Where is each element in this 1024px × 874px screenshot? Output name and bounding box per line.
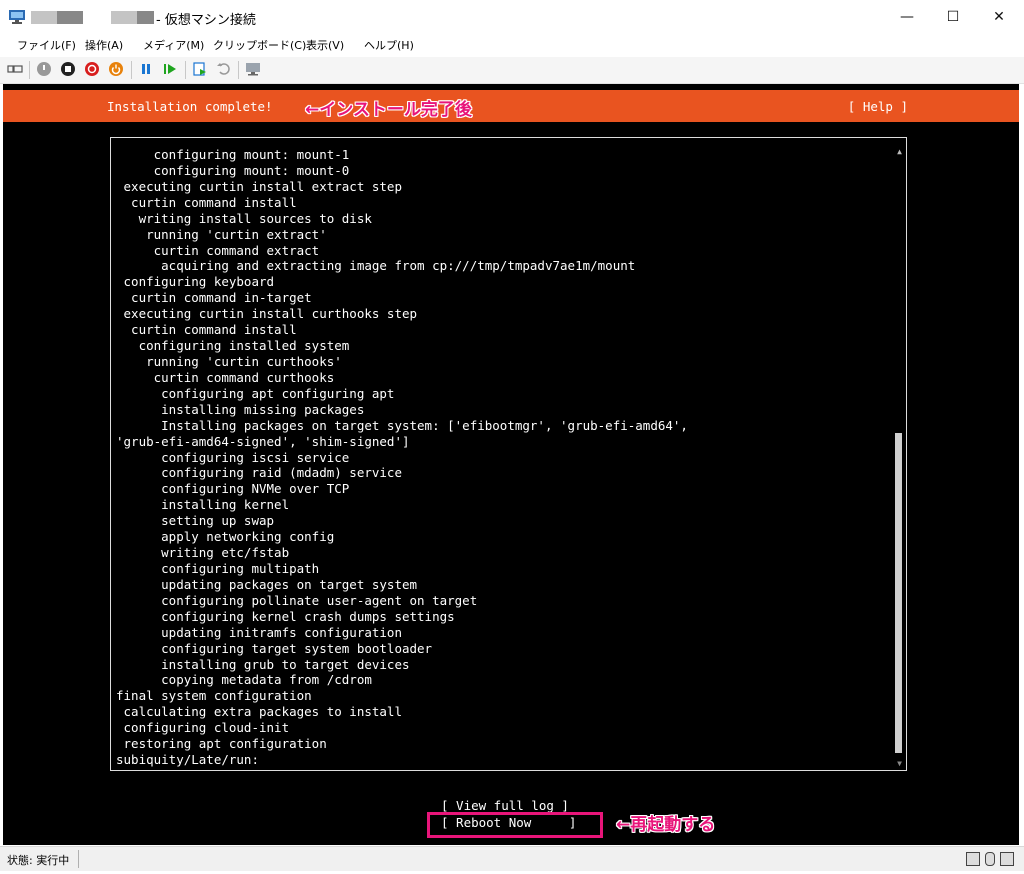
toolbar-separator — [185, 61, 186, 79]
log-line: copying metadata from /cdrom — [116, 672, 372, 688]
log-line: 'grub-efi-amd64-signed', 'shim-signed'] — [116, 433, 410, 449]
redacted-vm-name — [137, 11, 154, 24]
maximize-icon: ☐ — [946, 9, 960, 25]
minimize-icon: — — [900, 9, 914, 25]
close-button[interactable]: ✕ — [976, 0, 1022, 34]
log-line: curtin command curthooks — [116, 369, 335, 385]
toolbar-separator — [29, 61, 30, 79]
log-line: configuring raid (mdadm) service — [116, 465, 402, 481]
view-full-log-button[interactable]: [ View full log ] — [441, 798, 569, 813]
toolbar — [0, 57, 1024, 84]
log-line: configuring iscsi service — [116, 449, 350, 465]
pause-icon[interactable] — [138, 61, 154, 77]
start-icon[interactable] — [36, 61, 52, 77]
window-title: - 仮想マシン接続 — [156, 13, 256, 28]
mouse-icon — [985, 852, 995, 866]
menu-view[interactable]: 表示(V) — [306, 37, 344, 53]
log-line: curtin command install — [116, 194, 297, 210]
log-line: installing missing packages — [116, 401, 365, 417]
log-line: configuring target system bootloader — [116, 640, 433, 656]
menu-help[interactable]: ヘルプ(H) — [364, 37, 414, 53]
redacted-vm-name — [111, 11, 137, 24]
log-line: configuring multipath — [116, 560, 320, 576]
install-log: configuring mount: mount-1 configuring m… — [116, 147, 688, 768]
log-line: configuring installed system — [116, 338, 350, 354]
vm-screen[interactable]: Installation complete! [ Help ] ←インストール完… — [3, 84, 1019, 845]
log-line: configuring apt configuring apt — [116, 385, 395, 401]
log-line: Installing packages on target system: ['… — [116, 417, 688, 433]
log-line: updating packages on target system — [116, 576, 418, 592]
redacted-host-name — [57, 11, 83, 24]
log-line: updating initramfs configuration — [116, 624, 402, 640]
log-line: configuring NVMe over TCP — [116, 481, 350, 497]
redacted-host-name — [31, 11, 57, 24]
lock-icon — [1000, 852, 1014, 866]
log-line: configuring pollinate user-agent on targ… — [116, 592, 478, 608]
log-line: calculating extra packages to install — [116, 704, 402, 720]
annotation-reboot: ←再起動する — [616, 815, 716, 835]
scrollbar-thumb[interactable] — [895, 433, 902, 753]
menu-bar: ファイル(F) 操作(A) メディア(M) クリップボード(C) 表示(V) ヘ… — [0, 34, 1024, 56]
vm-connection-icon — [9, 10, 25, 24]
log-line: writing install sources to disk — [116, 210, 372, 226]
log-line: installing grub to target devices — [116, 656, 410, 672]
log-line: curtin command in-target — [116, 290, 312, 306]
toolbar-separator — [238, 61, 239, 79]
help-button[interactable]: [ Help ] — [848, 99, 908, 114]
log-line: final system configuration — [116, 688, 312, 704]
log-line: configuring keyboard — [116, 274, 275, 290]
installer-title: Installation complete! — [107, 99, 273, 114]
turn-off-icon[interactable] — [60, 61, 76, 77]
shut-down-icon[interactable] — [84, 61, 100, 77]
scroll-down-arrow-icon[interactable]: ▼ — [897, 759, 902, 768]
log-line: acquiring and extracting image from cp:/… — [116, 258, 636, 274]
title-bar: - 仮想マシン接続 — ☐ ✕ — [0, 0, 1024, 34]
installer-header: Installation complete! [ Help ] — [3, 90, 1019, 122]
log-line: executing curtin install curthooks step — [116, 306, 418, 322]
power-icon[interactable] — [108, 61, 124, 77]
install-log-panel: configuring mount: mount-1 configuring m… — [110, 137, 907, 771]
menu-clipboard[interactable]: クリップボード(C) — [213, 37, 306, 53]
toolbar-separator — [131, 61, 132, 79]
log-line: executing curtin install extract step — [116, 178, 402, 194]
annotation-install-complete: ←インストール完了後 — [305, 100, 472, 120]
enhanced-session-icon[interactable] — [245, 61, 261, 77]
menu-action[interactable]: 操作(A) — [85, 37, 123, 53]
log-line: writing etc/fstab — [116, 545, 290, 561]
log-line: configuring cloud-init — [116, 720, 290, 736]
log-line: curtin command extract — [116, 242, 320, 258]
log-line: configuring mount: mount-0 — [116, 162, 350, 178]
minimize-button[interactable]: — — [884, 0, 930, 34]
log-line: installing kernel — [116, 497, 290, 513]
log-line: restoring apt configuration — [116, 736, 327, 752]
status-icons — [966, 852, 1014, 866]
log-line: curtin command install — [116, 322, 297, 338]
revert-icon[interactable] — [216, 61, 232, 77]
resume-icon[interactable] — [162, 61, 178, 77]
ctrl-alt-del-icon[interactable] — [7, 61, 23, 77]
menu-media[interactable]: メディア(M) — [143, 37, 204, 53]
keyboard-icon — [966, 852, 980, 866]
log-line: running 'curtin curthooks' — [116, 353, 342, 369]
log-line: subiquity/Late/run: — [116, 752, 259, 768]
checkpoint-icon[interactable] — [192, 61, 208, 77]
log-line: configuring mount: mount-1 — [116, 147, 350, 162]
status-separator — [78, 850, 79, 868]
maximize-button[interactable]: ☐ — [930, 0, 976, 34]
menu-file[interactable]: ファイル(F) — [17, 37, 76, 53]
vm-status: 状態: 実行中 — [7, 854, 70, 867]
reboot-highlight-box — [427, 812, 603, 838]
scroll-up-arrow-icon[interactable]: ▲ — [897, 147, 902, 156]
close-icon: ✕ — [993, 9, 1005, 25]
log-line: configuring kernel crash dumps settings — [116, 608, 455, 624]
log-line: apply networking config — [116, 529, 335, 545]
status-bar: 状態: 実行中 — [0, 846, 1024, 871]
log-line: running 'curtin extract' — [116, 226, 327, 242]
log-line: setting up swap — [116, 513, 275, 529]
